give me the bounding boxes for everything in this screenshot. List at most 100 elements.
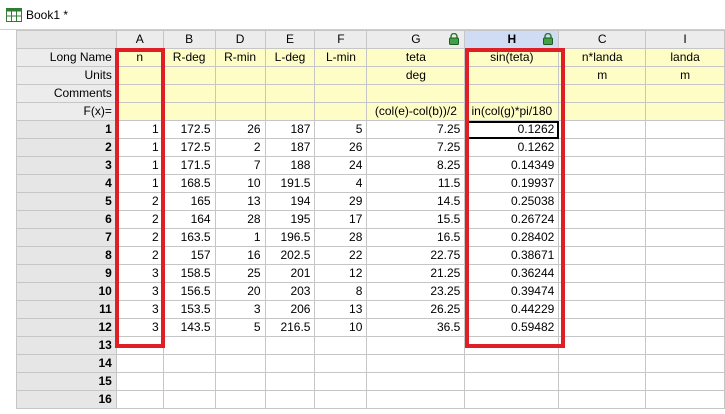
data-cell[interactable]: 2 xyxy=(115,192,164,211)
data-cell[interactable]: 0.36244 xyxy=(464,264,560,283)
data-cell[interactable]: 0.44229 xyxy=(464,300,560,319)
long-name-cell[interactable]: landa xyxy=(645,48,725,67)
data-cell[interactable]: 0.26724 xyxy=(464,210,560,229)
data-cell[interactable]: 3 xyxy=(115,264,164,283)
formula-cell[interactable]: in(col(g)*pi/180 xyxy=(464,102,560,121)
row-number[interactable]: 16 xyxy=(16,390,117,409)
row-number[interactable]: 14 xyxy=(16,354,117,373)
data-cell[interactable]: 7.25 xyxy=(366,120,466,139)
row-number[interactable]: 12 xyxy=(16,318,117,337)
data-cell[interactable]: 24 xyxy=(314,156,368,175)
data-cell[interactable]: 143.5 xyxy=(162,318,216,337)
data-cell[interactable] xyxy=(115,336,164,355)
data-cell[interactable]: 4 xyxy=(314,174,368,193)
data-cell[interactable] xyxy=(558,282,647,301)
data-cell[interactable] xyxy=(264,390,316,409)
data-cell[interactable]: 201 xyxy=(264,264,316,283)
row-number[interactable]: 4 xyxy=(16,174,117,193)
data-cell[interactable] xyxy=(264,372,316,391)
comments-cell[interactable] xyxy=(314,84,368,103)
data-cell[interactable]: 0.1262 xyxy=(464,120,560,139)
data-cell[interactable]: 187 xyxy=(264,120,316,139)
units-cell[interactable] xyxy=(214,66,266,85)
data-cell[interactable] xyxy=(162,336,216,355)
data-cell[interactable] xyxy=(645,138,725,157)
column-header-A[interactable]: A xyxy=(115,30,164,49)
data-cell[interactable]: 36.5 xyxy=(366,318,466,337)
formula-cell[interactable] xyxy=(115,102,164,121)
data-cell[interactable] xyxy=(314,354,368,373)
data-cell[interactable]: 206 xyxy=(264,300,316,319)
data-cell[interactable]: 28 xyxy=(214,210,266,229)
units-cell[interactable]: m xyxy=(558,66,647,85)
data-cell[interactable] xyxy=(558,192,647,211)
comments-cell[interactable] xyxy=(558,84,647,103)
data-cell[interactable]: 25 xyxy=(214,264,266,283)
data-cell[interactable]: 3 xyxy=(115,300,164,319)
column-header-G[interactable]: G xyxy=(366,30,466,49)
row-number[interactable]: 15 xyxy=(16,372,117,391)
comments-cell[interactable] xyxy=(645,84,725,103)
data-cell[interactable] xyxy=(558,318,647,337)
data-cell[interactable] xyxy=(558,120,647,139)
data-cell[interactable]: 26.25 xyxy=(366,300,466,319)
data-cell[interactable]: 216.5 xyxy=(264,318,316,337)
long-name-cell[interactable]: n*landa xyxy=(558,48,647,67)
data-cell[interactable]: 203 xyxy=(264,282,316,301)
formula-cell[interactable] xyxy=(264,102,316,121)
long-name-cell[interactable]: teta xyxy=(366,48,466,67)
worksheet[interactable]: A B D E F G H C I Long Name n R-deg R-min L-deg L-min t… xyxy=(16,30,725,414)
data-cell[interactable] xyxy=(645,318,725,337)
data-cell[interactable] xyxy=(558,156,647,175)
data-cell[interactable] xyxy=(558,390,647,409)
data-cell[interactable]: 2 xyxy=(115,246,164,265)
data-cell[interactable]: 14.5 xyxy=(366,192,466,211)
data-cell[interactable] xyxy=(645,192,725,211)
formula-cell[interactable]: (col(e)-col(b))/2 xyxy=(366,102,466,121)
data-cell[interactable]: 13 xyxy=(314,300,368,319)
column-header-C[interactable]: C xyxy=(558,30,647,49)
data-cell[interactable] xyxy=(162,354,216,373)
data-cell[interactable]: 15.5 xyxy=(366,210,466,229)
data-cell[interactable]: 1 xyxy=(115,120,164,139)
data-cell[interactable]: 1 xyxy=(214,228,266,247)
data-cell[interactable]: 16.5 xyxy=(366,228,466,247)
data-cell[interactable] xyxy=(464,354,560,373)
data-cell[interactable] xyxy=(558,336,647,355)
units-cell[interactable]: m xyxy=(645,66,725,85)
data-cell[interactable]: 157 xyxy=(162,246,216,265)
long-name-cell[interactable]: R-deg xyxy=(162,48,216,67)
data-cell[interactable]: 0.14349 xyxy=(464,156,560,175)
data-cell[interactable] xyxy=(214,390,266,409)
formula-cell[interactable] xyxy=(314,102,368,121)
units-cell[interactable] xyxy=(464,66,560,85)
data-cell[interactable]: 0.19937 xyxy=(464,174,560,193)
data-cell[interactable]: 5 xyxy=(314,120,368,139)
data-cell[interactable] xyxy=(645,120,725,139)
data-cell[interactable]: 7 xyxy=(214,156,266,175)
units-cell[interactable]: deg xyxy=(366,66,466,85)
data-cell[interactable]: 156.5 xyxy=(162,282,216,301)
row-number[interactable]: 10 xyxy=(16,282,117,301)
data-cell[interactable] xyxy=(645,264,725,283)
data-cell[interactable]: 23.25 xyxy=(366,282,466,301)
data-cell[interactable]: 0.38671 xyxy=(464,246,560,265)
data-cell[interactable] xyxy=(464,336,560,355)
data-cell[interactable]: 28 xyxy=(314,228,368,247)
data-cell[interactable]: 165 xyxy=(162,192,216,211)
data-cell[interactable]: 8.25 xyxy=(366,156,466,175)
data-cell[interactable]: 3 xyxy=(115,282,164,301)
row-number[interactable]: 5 xyxy=(16,192,117,211)
data-cell[interactable] xyxy=(645,282,725,301)
data-cell[interactable]: 187 xyxy=(264,138,316,157)
data-cell[interactable] xyxy=(645,300,725,319)
data-cell[interactable] xyxy=(558,138,647,157)
data-cell[interactable] xyxy=(115,390,164,409)
units-cell[interactable] xyxy=(115,66,164,85)
data-cell[interactable] xyxy=(314,390,368,409)
data-cell[interactable] xyxy=(366,390,466,409)
data-cell[interactable] xyxy=(558,372,647,391)
data-cell[interactable] xyxy=(314,372,368,391)
data-cell[interactable]: 1 xyxy=(115,174,164,193)
data-cell[interactable]: 172.5 xyxy=(162,138,216,157)
